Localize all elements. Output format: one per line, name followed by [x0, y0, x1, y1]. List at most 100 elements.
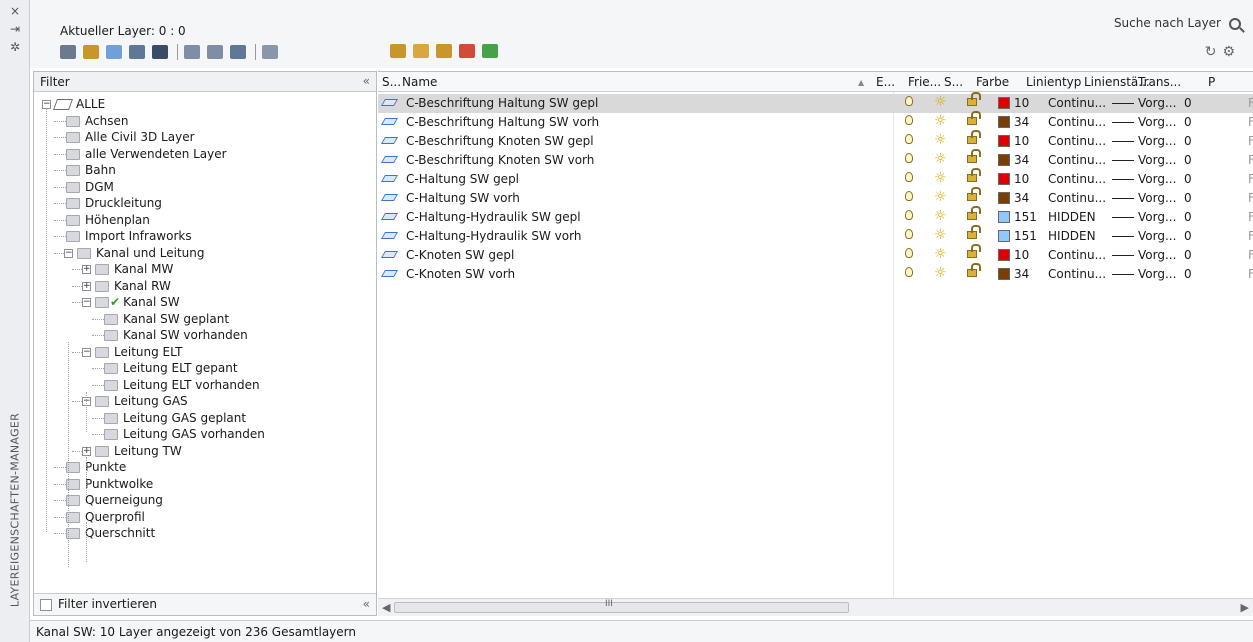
color-number[interactable]: 34 — [1014, 267, 1029, 281]
color-swatch[interactable] — [998, 268, 1010, 280]
color-number[interactable]: 10 — [1014, 96, 1029, 110]
linetype[interactable]: Continu... — [1048, 248, 1106, 262]
color-number[interactable]: 10 — [1014, 248, 1029, 262]
bulb-on-icon[interactable] — [905, 210, 913, 220]
filter-node[interactable]: Leitung GAS geplant — [104, 410, 246, 426]
collapse-node-icon[interactable]: − — [64, 248, 73, 258]
filter-node[interactable]: Druckleitung — [66, 195, 162, 211]
table-row[interactable]: C-Haltung-Hydraulik SW gepl ☼ 151 HIDDEN Vor… — [378, 206, 1253, 227]
transparency[interactable]: 0 — [1184, 134, 1192, 148]
new-property-filter-icon[interactable] — [184, 45, 200, 59]
unlock-icon[interactable] — [967, 263, 981, 277]
transparency[interactable]: 0 — [1184, 248, 1192, 262]
lineweight[interactable]: Vorg... — [1138, 153, 1176, 167]
layer-name[interactable]: C-Knoten SW gepl — [406, 248, 514, 262]
plot-style[interactable]: Fa — [1248, 134, 1253, 148]
bulb-on-icon[interactable] — [905, 172, 913, 182]
new-vp-frozen-icon[interactable] — [83, 45, 99, 59]
unlock-icon[interactable] — [967, 92, 981, 106]
plot-style[interactable]: Fa — [1248, 229, 1253, 243]
plot-style[interactable]: Fa — [1248, 267, 1253, 281]
color-swatch[interactable] — [998, 97, 1010, 109]
layer-name[interactable]: C-Beschriftung Knoten SW vorh — [406, 153, 594, 167]
unlock-icon[interactable] — [967, 111, 981, 125]
sun-thawed-icon[interactable]: ☼ — [934, 189, 947, 205]
filter-node[interactable]: Import Infraworks — [66, 228, 192, 244]
new-group-filter-icon[interactable] — [207, 45, 223, 59]
transparency[interactable]: 0 — [1184, 153, 1192, 167]
lineweight[interactable]: Vorg... — [1138, 229, 1176, 243]
unlock-icon[interactable] — [967, 149, 981, 163]
properties-icon[interactable]: ✲ — [8, 40, 22, 54]
filter-node[interactable]: − Kanal und Leitung — [64, 245, 205, 261]
color-swatch[interactable] — [998, 211, 1010, 223]
collapse-node-icon[interactable]: − — [82, 298, 91, 307]
lineweight[interactable]: Vorg... — [1138, 115, 1176, 129]
layer-walk-icon[interactable] — [390, 44, 406, 58]
collapse-icon[interactable]: « — [363, 74, 370, 88]
expand-icon[interactable]: + — [82, 281, 91, 291]
layer-name[interactable]: C-Knoten SW vorh — [406, 267, 515, 281]
filter-node[interactable]: Leitung GAS vorhanden — [104, 426, 265, 442]
color-swatch[interactable] — [998, 230, 1010, 242]
sun-thawed-icon[interactable]: ☼ — [934, 94, 947, 110]
lineweight[interactable]: Vorg... — [1138, 267, 1176, 281]
layer-name[interactable]: C-Beschriftung Haltung SW vorh — [406, 115, 599, 129]
collapse-node-icon[interactable]: − — [82, 347, 91, 357]
unlock-icon[interactable] — [967, 206, 981, 220]
plot-style[interactable]: Fa — [1248, 172, 1253, 186]
filter-node[interactable]: Leitung ELT gepant — [104, 360, 238, 376]
filter-node[interactable]: Querschnitt — [66, 525, 155, 541]
sun-thawed-icon[interactable]: ☼ — [934, 265, 947, 281]
transparency[interactable]: 0 — [1184, 267, 1192, 281]
filter-node[interactable]: Kanal SW vorhanden — [104, 327, 248, 343]
filter-node[interactable]: − Leitung ELT — [82, 344, 182, 360]
unlock-icon[interactable] — [967, 130, 981, 144]
column-header[interactable]: P — [1208, 75, 1215, 89]
bulb-on-icon[interactable] — [905, 191, 913, 201]
plot-style[interactable]: Fa — [1248, 191, 1253, 205]
color-number[interactable]: 34 — [1014, 153, 1029, 167]
sun-thawed-icon[interactable]: ☼ — [934, 113, 947, 129]
layer-match-icon[interactable] — [436, 44, 452, 58]
filter-node[interactable]: − ALLE — [42, 96, 105, 112]
color-swatch[interactable] — [998, 192, 1010, 204]
scroll-right-icon[interactable]: ▶ — [1241, 601, 1249, 614]
column-header[interactable]: E... — [876, 75, 895, 89]
linetype[interactable]: HIDDEN — [1048, 210, 1096, 224]
sun-thawed-icon[interactable]: ☼ — [934, 227, 947, 243]
table-row[interactable]: C-Knoten SW gepl ☼ 10 Continu... Vorg... 0 Fa — [378, 244, 1253, 265]
color-number[interactable]: 151 — [1014, 229, 1037, 243]
lineweight[interactable]: Vorg... — [1138, 172, 1176, 186]
linetype[interactable]: Continu... — [1048, 96, 1106, 110]
plot-style[interactable]: Fa — [1248, 153, 1253, 167]
filter-node[interactable]: + Kanal RW — [82, 278, 171, 294]
horizontal-scrollbar[interactable]: ◀ III ▶ — [378, 598, 1253, 616]
isolate-icon[interactable] — [262, 45, 278, 59]
layer-merge-icon[interactable] — [413, 44, 429, 58]
bulb-on-icon[interactable] — [905, 153, 913, 163]
sun-thawed-icon[interactable]: ☼ — [934, 208, 947, 224]
close-icon[interactable]: × — [8, 4, 22, 18]
linetype[interactable]: Continu... — [1048, 153, 1106, 167]
filter-node[interactable]: Punktwolke — [66, 476, 153, 492]
linetype[interactable]: Continu... — [1048, 267, 1106, 281]
column-header[interactable]: Trans... — [1138, 75, 1181, 89]
color-swatch[interactable] — [998, 173, 1010, 185]
layer-name[interactable]: C-Haltung-Hydraulik SW gepl — [406, 210, 581, 224]
filter-node[interactable]: Höhenplan — [66, 212, 150, 228]
collapse-panel-icon[interactable]: « — [363, 597, 370, 611]
filter-node[interactable]: Achsen — [66, 113, 128, 129]
transparency[interactable]: 0 — [1184, 210, 1192, 224]
sun-thawed-icon[interactable]: ☼ — [934, 151, 947, 167]
lineweight[interactable]: Vorg... — [1138, 191, 1176, 205]
filter-node[interactable]: alle Verwendeten Layer — [66, 146, 227, 162]
linetype[interactable]: Continu... — [1048, 172, 1106, 186]
filter-node[interactable]: − ✔ Kanal SW — [82, 294, 180, 310]
lineweight[interactable]: Vorg... — [1138, 96, 1176, 110]
color-number[interactable]: 10 — [1014, 134, 1029, 148]
linetype[interactable]: HIDDEN — [1048, 229, 1096, 243]
delete-layer-icon[interactable] — [106, 45, 122, 59]
table-row[interactable]: C-Beschriftung Knoten SW vorh ☼ 34 Continu.… — [378, 149, 1253, 170]
column-header[interactable]: Linientyp — [1026, 75, 1081, 89]
